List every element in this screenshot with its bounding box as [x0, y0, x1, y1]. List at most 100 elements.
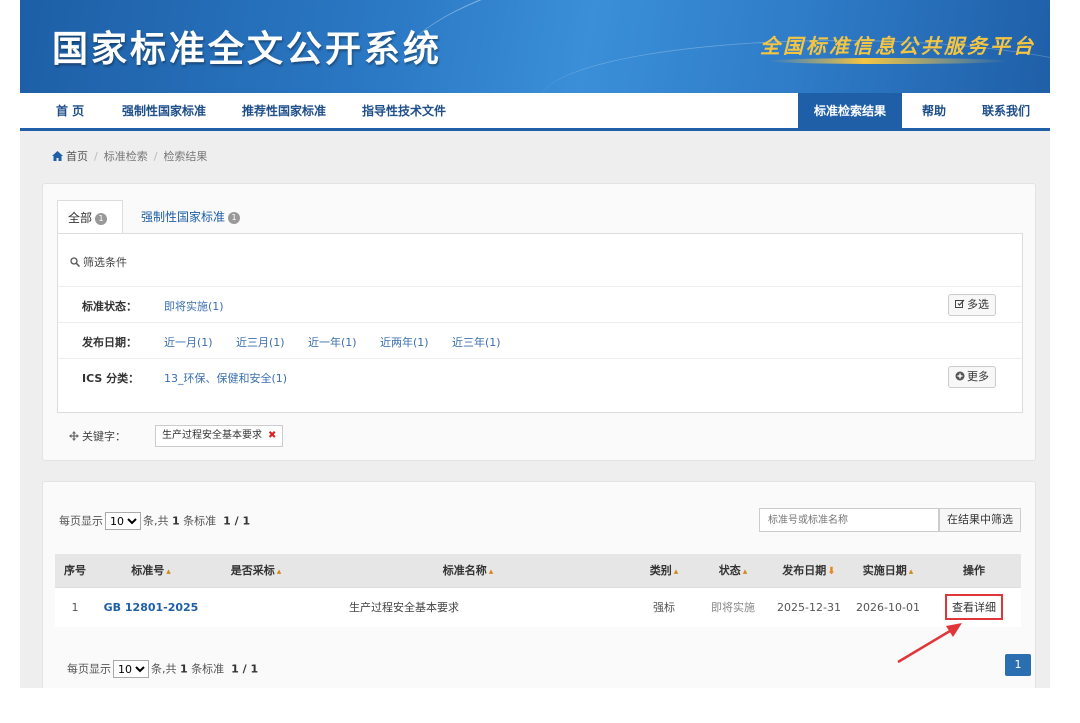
filter-ics-label: ICS 分类：: [82, 372, 140, 385]
col-publish-date[interactable]: 发布日期⬇: [769, 554, 849, 587]
col-adopted-label: 是否采标: [230, 564, 275, 578]
col-standard-name[interactable]: 标准名称 ▴: [305, 554, 631, 587]
col-category[interactable]: 类别 ▴: [631, 554, 697, 587]
pager-suffix: 条标准: [183, 514, 217, 528]
filter-date-option[interactable]: 近三年(1): [452, 334, 501, 350]
filter-date-option[interactable]: 近两年(1): [380, 334, 429, 350]
breadcrumb-home[interactable]: 首页: [66, 150, 88, 163]
results-table: 序号 标准号 ▴ 是否采标 ▴ 标准名称 ▴ 类别 ▴ 状态 ▴ 发布日期⬇ 实施日期 ▴ …: [55, 554, 1021, 627]
cell-standard-name: 生产过程安全基本要求: [305, 586, 631, 627]
breadcrumb-search[interactable]: 标准检索: [104, 150, 148, 163]
slogan-underline: [768, 58, 1008, 64]
filter-row-ics: ICS 分类： 13_环保、保健和安全(1) 更多: [58, 358, 1022, 394]
more-button-label: 更多: [967, 370, 989, 383]
nav-contact[interactable]: 联系我们: [982, 93, 1030, 128]
col-standard-no-label: 标准号: [131, 564, 165, 578]
site-banner: 国家标准全文公开系统 全国标准信息公共服务平台: [20, 0, 1050, 93]
per-page-select[interactable]: 10: [105, 512, 141, 530]
view-details-button[interactable]: 查看详细: [945, 594, 1003, 621]
nav-mandatory-standards[interactable]: 强制性国家标准: [122, 93, 206, 128]
multi-select-button[interactable]: 多选: [948, 294, 996, 316]
nav-home[interactable]: 首 页: [56, 93, 84, 128]
page: 国家标准全文公开系统 全国标准信息公共服务平台 首 页 强制性国家标准 推荐性国…: [20, 0, 1050, 688]
keyword-row-label: 关键字：: [69, 428, 126, 444]
breadcrumb-separator: /: [153, 150, 158, 163]
pagination-page-button[interactable]: 1: [1005, 654, 1031, 676]
sort-icon: ▴: [908, 567, 914, 578]
cell-action: 查看详细: [927, 586, 1021, 627]
filter-row-date: 发布日期： 近一月(1) 近三月(1) 近一年(1) 近两年(1) 近三年(1): [58, 322, 1022, 358]
sort-icon: ▴: [166, 567, 171, 578]
filter-heading-label: 筛选条件: [83, 256, 127, 269]
keyword-value: 生产过程安全基本要求: [162, 430, 262, 441]
filter-status-label: 标准状态：: [82, 300, 137, 313]
pager-suffix: 条,共: [151, 662, 177, 676]
cell-index: 1: [55, 586, 95, 627]
breadcrumb-separator: /: [94, 150, 98, 163]
sort-icon: ▴: [276, 567, 282, 578]
col-publish-date-label: 发布日期: [782, 564, 827, 578]
breadcrumb: 首页 / 标准检索 / 检索结果: [52, 148, 207, 164]
col-standard-no[interactable]: 标准号 ▴: [95, 554, 207, 587]
filter-row-status: 标准状态： 即将实施(1) 多选: [58, 286, 1022, 322]
site-title: 国家标准全文公开系统: [52, 29, 443, 70]
cell-standard-no[interactable]: GB 12801-2025: [95, 586, 207, 627]
keyword-label: 关键字：: [82, 430, 126, 443]
results-panel: 每页显示10条,共 1 条标准 1 / 1 在结果中筛选 序号 标准号▴ 是否采…: [42, 481, 1036, 688]
total-count: 1: [172, 514, 180, 528]
tab-mandatory-count: 1: [228, 212, 241, 224]
cell-implement-date: 2026-10-01: [849, 586, 927, 627]
table-row: 1 GB 12801-2025 生产过程安全基本要求 强标 即将实施 2025-…: [55, 586, 1021, 627]
filter-status-option[interactable]: 即将实施(1): [164, 298, 224, 314]
sort-desc-icon: ⬇: [827, 566, 836, 578]
col-status[interactable]: 状态 ▴: [697, 554, 769, 587]
main-nav: 首 页 强制性国家标准 推荐性国家标准 指导性技术文件 标准检索结果 帮助 联系…: [20, 93, 1050, 131]
result-filter-input[interactable]: [759, 508, 939, 532]
filter-box: 筛选条件 标准状态： 即将实施(1) 多选 发布日期： 近一月(1) 近三月(1…: [57, 233, 1023, 413]
filter-date-option[interactable]: 近三月(1): [236, 334, 285, 350]
tab-mandatory[interactable]: 强制性国家标准 1: [141, 200, 241, 234]
multi-select-label: 多选: [967, 298, 989, 311]
col-index: 序号: [55, 554, 95, 587]
filter-date-option[interactable]: 近一年(1): [308, 334, 357, 350]
filter-in-results-button[interactable]: 在结果中筛选: [939, 508, 1021, 532]
col-standard-name-label: 标准名称: [442, 564, 487, 578]
standard-number-link[interactable]: GB 12801-2025: [104, 601, 199, 614]
right-gutter: [1050, 0, 1080, 723]
filter-ics-option[interactable]: 13_环保、保健和安全(1): [164, 370, 287, 386]
pager-suffix: 条,共: [143, 514, 169, 528]
pager-bottom: 每页显示 10 条,共 1 条标准 1 / 1: [67, 660, 258, 678]
nav-search-results[interactable]: 标准检索结果: [798, 93, 903, 128]
more-button[interactable]: 更多: [948, 366, 996, 388]
pager-top: 每页显示 10 条,共 1 条标准 1 / 1: [59, 512, 250, 530]
site-slogan: 全国标准信息公共服务平台: [760, 34, 1036, 58]
move-arrows-icon: [69, 431, 79, 441]
col-implement-date[interactable]: 实施日期 ▴: [849, 554, 927, 587]
tab-all[interactable]: 全部 1: [57, 200, 123, 234]
table-header-row: 序号 标准号 ▴ 是否采标 ▴ 标准名称 ▴ 类别 ▴ 状态 ▴ 发布日期⬇ 实施日期 ▴ …: [55, 554, 1021, 587]
filter-heading: 筛选条件: [70, 254, 127, 270]
col-status-label: 状态: [718, 564, 741, 578]
remove-keyword-icon[interactable]: ✖: [268, 430, 276, 441]
nav-help[interactable]: 帮助: [922, 93, 946, 128]
cell-adopted: [207, 586, 305, 627]
nav-recommended-standards[interactable]: 推荐性国家标准: [242, 93, 326, 128]
plus-circle-icon: [955, 371, 965, 381]
breadcrumb-current: 检索结果: [163, 150, 208, 163]
sort-icon: ▴: [673, 567, 679, 578]
cell-status: 即将实施: [697, 586, 769, 627]
pager-prefix: 每页显示: [59, 514, 103, 528]
cell-publish-date: 2025-12-31: [769, 586, 849, 627]
filter-date-label: 发布日期：: [82, 336, 137, 349]
tab-all-label: 全部: [68, 211, 93, 225]
keyword-tag: 生产过程安全基本要求 ✖: [155, 425, 284, 447]
sort-icon: ▴: [488, 567, 494, 578]
tab-mandatory-label: 强制性国家标准: [141, 210, 226, 224]
nav-guidance-documents[interactable]: 指导性技术文件: [362, 93, 446, 128]
page-indicator: 1 / 1: [231, 662, 259, 676]
filter-date-option[interactable]: 近一月(1): [164, 334, 213, 350]
filter-panel: 全部 1 强制性国家标准 1 筛选条件 标准状态： 即将实施(1) 多选 发布日…: [42, 183, 1036, 461]
pager-suffix: 条标准: [191, 662, 225, 676]
col-adopted[interactable]: 是否采标 ▴: [207, 554, 305, 587]
per-page-select[interactable]: 10: [113, 660, 149, 678]
